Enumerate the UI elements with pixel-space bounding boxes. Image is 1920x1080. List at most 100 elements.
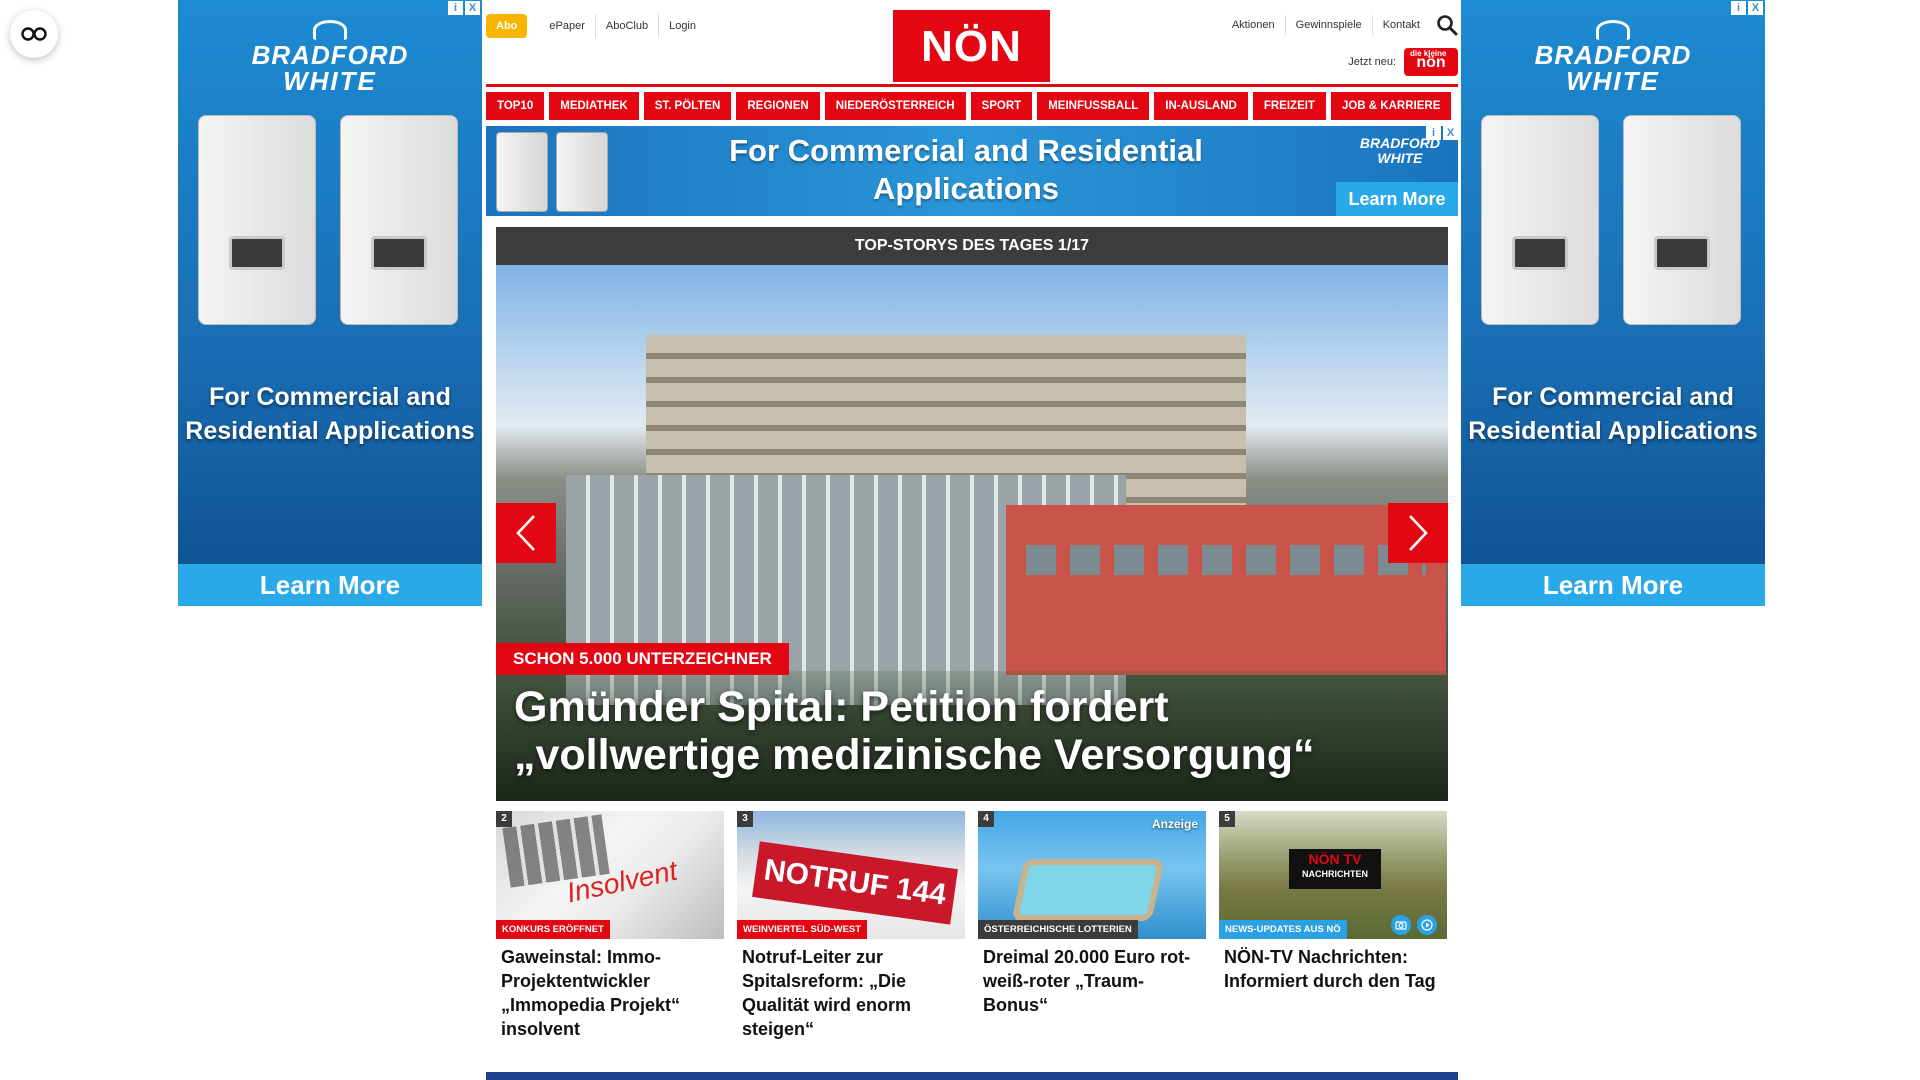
nav-item-top10[interactable]: TOP10 (486, 92, 545, 120)
ad-brand-line2: WHITE (1566, 66, 1660, 96)
ad-choices[interactable]: i X (1731, 1, 1763, 15)
play-icon (1417, 915, 1437, 935)
pool-illustration (1011, 859, 1165, 921)
story-tag: ÖSTERREICHISCHE LOTTERIEN (978, 920, 1138, 939)
story-card[interactable]: NÖN TV NACHRICHTEN 5 NEWS-UPDATES AUS NÖ… (1219, 811, 1447, 1041)
gewinnspiele-link[interactable]: Gewinnspiele (1286, 15, 1373, 35)
ad-text: For Commercial and Residential Applicati… (185, 383, 475, 445)
abo-button[interactable]: Abo (486, 14, 528, 38)
hero-slide[interactable]: SCHON 5.000 UNTERZEICHNER Gmünder Spital… (496, 265, 1448, 801)
noen-logo[interactable]: NÖN (893, 10, 1050, 82)
adchoices-icon[interactable]: i (448, 1, 463, 15)
utility-nav: Abo ePaper AboClub Login (486, 14, 706, 38)
ad-close-icon[interactable]: X (1443, 126, 1458, 140)
story-number: 2 (496, 811, 512, 827)
bradford-white-logo: BRADFORD WHITE (1461, 20, 1765, 94)
glasses-icon (21, 27, 47, 41)
story-title[interactable]: NÖN-TV Nachrichten: Informiert durch den… (1219, 939, 1447, 993)
nav-item-meinfussball[interactable]: MEINFUSSBALL (1037, 92, 1150, 120)
water-heaters-image (1473, 115, 1753, 330)
jetzt-neu-label: Jetzt neu: (1348, 56, 1396, 68)
ad-choices[interactable]: i X (448, 1, 480, 15)
slider-next-button[interactable] (1388, 503, 1448, 563)
aktionen-link[interactable]: Aktionen (1222, 15, 1286, 35)
die-kleine-noen-logo[interactable]: die kleine nön (1404, 48, 1458, 76)
noen-tv-logo: NÖN TV NACHRICHTEN (1289, 849, 1381, 889)
nav-item-niederoesterreich[interactable]: NIEDERÖSTERREICH (824, 92, 966, 120)
story-title[interactable]: Notruf-Leiter zur Spitalsreform: „Die Qu… (737, 939, 965, 1041)
ad-text: For Commercial and Residential Applicati… (1468, 383, 1758, 445)
insolvent-stamp: Insolvent (563, 854, 680, 909)
story-image: 4 Anzeige ÖSTERREICHISCHE LOTTERIEN (978, 811, 1206, 939)
ad-brand-line1: BRADFORD (251, 40, 409, 70)
ad-close-icon[interactable]: X (465, 1, 480, 15)
ad-label: Anzeige (1151, 817, 1198, 831)
story-tag: NEWS-UPDATES AUS NÖ (1219, 920, 1347, 939)
nav-item-job-karriere[interactable]: JOB & KARRIERE (1330, 92, 1452, 120)
story-card[interactable]: NOTRUF 144 3 WEINVIERTEL SÜD-WEST Notruf… (737, 811, 965, 1041)
banner-learn-more-button[interactable]: Learn More (1336, 182, 1458, 216)
story-teasers: Insolvent 2 KONKURS ERÖFFNET Gaweinstal:… (496, 811, 1448, 1041)
epaper-link[interactable]: ePaper (539, 14, 596, 38)
reader-mode-button[interactable] (10, 10, 58, 58)
nav-item-regionen[interactable]: REGIONEN (736, 92, 820, 120)
nav-item-sport[interactable]: SPORT (970, 92, 1033, 120)
main-column: Abo ePaper AboClub Login NÖN Aktionen Ge… (486, 0, 1458, 1080)
kontakt-link[interactable]: Kontakt (1373, 15, 1430, 35)
story-tag: WEINVIERTEL SÜD-WEST (737, 920, 868, 939)
story-image: Insolvent 2 KONKURS ERÖFFNET (496, 811, 724, 939)
right-skyscraper-ad[interactable]: i X BRADFORD WHITE For Commercial and Re… (1461, 0, 1765, 606)
water-heaters-image (496, 132, 616, 212)
ad-learn-more-button[interactable]: Learn More (1461, 564, 1765, 606)
nav-item-in-ausland[interactable]: IN-AUSLAND (1154, 92, 1248, 120)
tv-logo-subtitle: NACHRICHTEN (1302, 869, 1368, 879)
bradford-white-logo: BRADFORD WHITE (178, 20, 482, 94)
jetzt-neu-promo: Jetzt neu: die kleine nön (1348, 48, 1458, 76)
section-divider-bar (486, 1072, 1458, 1080)
ad-learn-more-button[interactable]: Learn More (178, 564, 482, 606)
hero-kicker: SCHON 5.000 UNTERZEICHNER (496, 643, 789, 675)
hero-headline[interactable]: Gmünder Spital: Petition fordert „vollwe… (514, 683, 1414, 779)
nav-item-freizeit[interactable]: FREIZEIT (1252, 92, 1326, 120)
flame-icon (313, 20, 347, 40)
story-card[interactable]: Insolvent 2 KONKURS ERÖFFNET Gaweinstal:… (496, 811, 724, 1041)
media-icons (1391, 915, 1437, 935)
story-title[interactable]: Dreimal 20.000 Euro rot-weiß-roter „Trau… (978, 939, 1206, 1017)
ad-brand-line2: WHITE (1377, 150, 1423, 166)
left-skyscraper-ad[interactable]: i X BRADFORD WHITE For Commercial and Re… (178, 0, 482, 606)
header-divider (486, 84, 1458, 87)
flame-icon (1596, 20, 1630, 40)
aboclub-link[interactable]: AboClub (596, 14, 660, 38)
hospital-red-wing-image (1006, 505, 1446, 675)
story-number: 5 (1219, 811, 1235, 827)
water-heaters-image (190, 115, 470, 330)
ad-choices[interactable]: i X (1426, 126, 1458, 140)
service-nav: Aktionen Gewinnspiele Kontakt (1222, 14, 1458, 36)
leaderboard-ad[interactable]: For Commercial and Residential Applicati… (486, 126, 1458, 216)
tv-logo-title: NÖN TV (1308, 851, 1362, 867)
die-kleine-label: die kleine (1410, 49, 1447, 58)
nav-item-mediathek[interactable]: MEDIATHEK (549, 92, 639, 120)
nav-item-st-poelten[interactable]: ST. PÖLTEN (643, 92, 732, 120)
ad-close-icon[interactable]: X (1748, 1, 1763, 15)
story-image: NÖN TV NACHRICHTEN 5 NEWS-UPDATES AUS NÖ (1219, 811, 1447, 939)
story-title[interactable]: Gaweinstal: Immo-Projektentwickler „Immo… (496, 939, 724, 1041)
bradford-white-logo: BRADFORD WHITE (1360, 136, 1440, 166)
story-image: NOTRUF 144 3 WEINVIERTEL SÜD-WEST (737, 811, 965, 939)
notruf-sign: NOTRUF 144 (752, 841, 958, 925)
main-nav: TOP10 MEDIATHEK ST. PÖLTEN REGIONEN NIED… (486, 92, 1458, 120)
story-tag: KONKURS ERÖFFNET (496, 920, 610, 939)
story-number: 4 (978, 811, 994, 827)
slider-prev-button[interactable] (496, 503, 556, 563)
banner-ad-text: For Commercial and Residential Applicati… (729, 133, 1203, 206)
story-card[interactable]: 4 Anzeige ÖSTERREICHISCHE LOTTERIEN Drei… (978, 811, 1206, 1041)
top-stories-heading: TOP-STORYS DES TAGES 1/17 (496, 227, 1448, 265)
chevron-left-icon (516, 515, 535, 551)
chevron-right-icon (1409, 515, 1428, 551)
search-icon[interactable] (1436, 14, 1458, 36)
adchoices-icon[interactable]: i (1731, 1, 1746, 15)
story-number: 3 (737, 811, 753, 827)
adchoices-icon[interactable]: i (1426, 126, 1441, 140)
login-link[interactable]: Login (659, 14, 706, 38)
ad-brand-line1: BRADFORD (1534, 40, 1692, 70)
